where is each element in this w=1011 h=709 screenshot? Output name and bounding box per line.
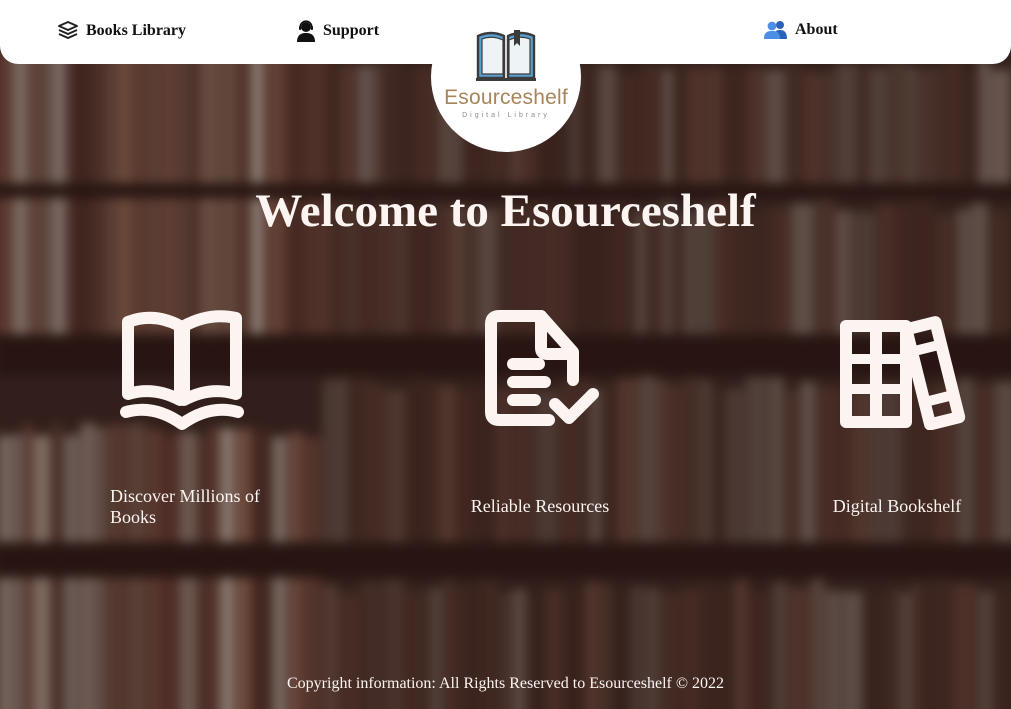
open-book-icon [120, 310, 244, 430]
stacked-books-icon [58, 21, 78, 39]
page: Books Library Support About Esourceshelf… [0, 0, 1011, 709]
document-check-icon [485, 310, 599, 426]
logo-name-prefix: Esource [444, 86, 523, 109]
feature-label: Digital Bookshelf [832, 496, 962, 516]
feature-label: Discover Millions of Books [110, 486, 260, 527]
nav-support[interactable]: Support [296, 20, 379, 42]
footer-copyright: Copyright information: All Rights Reserv… [287, 675, 724, 692]
feature-digital-bookshelf: Digital Bookshelf [812, 300, 982, 540]
nav-about[interactable]: About [764, 20, 838, 40]
hero-title: Welcome to Esourceshelf [255, 185, 756, 237]
nav-books-library[interactable]: Books Library [57, 20, 186, 42]
bookshelf-icon [840, 316, 966, 430]
nav-support-label: Support [323, 22, 380, 39]
logo-tagline: Digital Library [462, 112, 550, 119]
logo-wordmark: Esourceshelf [431, 86, 581, 110]
logo-name-suffix: shelf [522, 86, 568, 109]
nav-books-library-label: Books Library [86, 22, 187, 39]
feature-label: Reliable Resources [470, 496, 610, 516]
nav-about-label: About [795, 21, 838, 38]
users-icon [764, 21, 787, 39]
open-book-icon [476, 30, 536, 81]
feature-reliable-resources: Reliable Resources [455, 300, 625, 540]
feature-discover-books: Discover Millions of Books [100, 300, 270, 540]
headset-user-icon [297, 20, 315, 42]
site-logo[interactable]: Esourceshelf Digital Library [431, 2, 581, 152]
